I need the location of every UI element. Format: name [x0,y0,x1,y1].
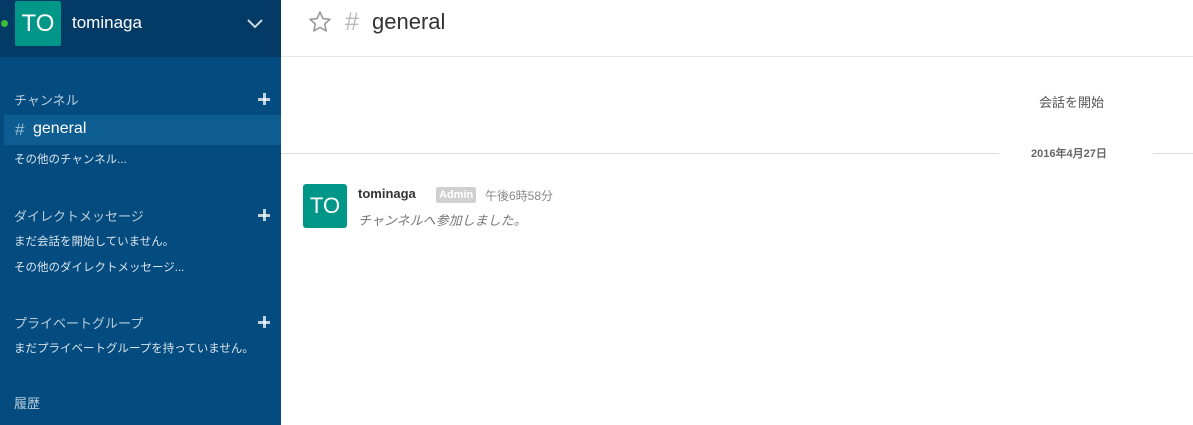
app: TO tominaga チャンネル # general その他のチャンネル...… [0,0,1193,425]
date-divider-line-right [1153,153,1193,154]
role-badge: Admin [436,187,477,203]
sidebar: TO tominaga チャンネル # general その他のチャンネル...… [0,0,281,425]
add-channel-plus-icon[interactable] [257,92,271,106]
direct-messages-section-title[interactable]: ダイレクトメッセージ [14,206,144,225]
avatar[interactable]: TO [15,1,61,46]
history-link[interactable]: 履歴 [14,393,40,412]
hash-icon: # [345,8,359,36]
message-text: チャンネルへ参加しました。 [358,213,527,228]
start-conversation-label: 会話を開始 [1039,95,1105,110]
message-timestamp: 午後6時58分 [485,189,554,203]
message-username[interactable]: tominaga [358,186,416,201]
add-private-group-plus-icon[interactable] [257,315,271,329]
hash-icon: # [15,120,25,139]
date-divider-line-left [281,153,999,154]
page-title: general [372,9,446,34]
more-direct-messages-link[interactable]: その他のダイレクトメッセージ... [14,259,184,275]
star-icon[interactable] [308,10,332,34]
channels-section-title[interactable]: チャンネル [14,90,79,109]
sidebar-item-general[interactable]: # general [4,115,281,145]
channel-header: # general [281,0,1193,57]
direct-messages-empty-text: まだ会話を開始していません。 [14,236,175,248]
chevron-down-icon[interactable] [246,14,264,32]
private-groups-empty-text: まだプライベートグループを持っていません。 [14,343,254,355]
sidebar-header[interactable]: TO tominaga [0,0,281,57]
more-channels-link[interactable]: その他のチャンネル... [14,151,127,167]
add-direct-message-plus-icon[interactable] [257,208,271,222]
username-label[interactable]: tominaga [72,13,142,33]
date-divider: 2016年4月27日 [1031,148,1107,160]
private-groups-section-title[interactable]: プライベートグループ [14,313,143,332]
message-avatar[interactable]: TO [303,184,347,228]
online-status-icon [1,20,8,27]
sidebar-item-label: general [33,120,87,137]
